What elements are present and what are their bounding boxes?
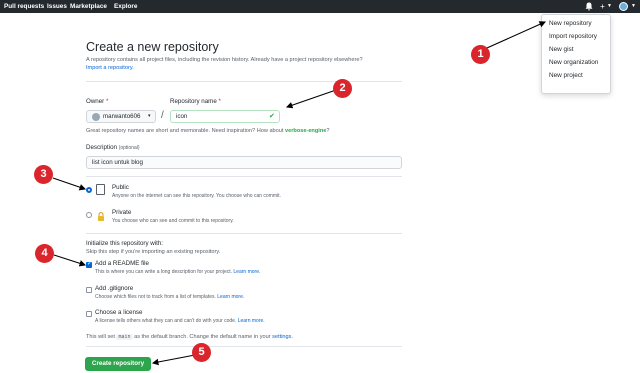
arrow-4 xyxy=(53,254,87,267)
arrow-1 xyxy=(477,21,547,53)
callout-badge-5: 5 xyxy=(192,343,211,362)
arrow-5 xyxy=(151,354,196,366)
callout-badge-3: 3 xyxy=(34,165,53,184)
arrow-3 xyxy=(52,177,87,191)
callout-badge-1: 1 xyxy=(471,45,490,64)
arrow-2 xyxy=(285,89,337,109)
annotation-arrows xyxy=(52,21,547,366)
callout-badge-4: 4 xyxy=(35,244,54,263)
callout-badge-2: 2 xyxy=(333,79,352,98)
